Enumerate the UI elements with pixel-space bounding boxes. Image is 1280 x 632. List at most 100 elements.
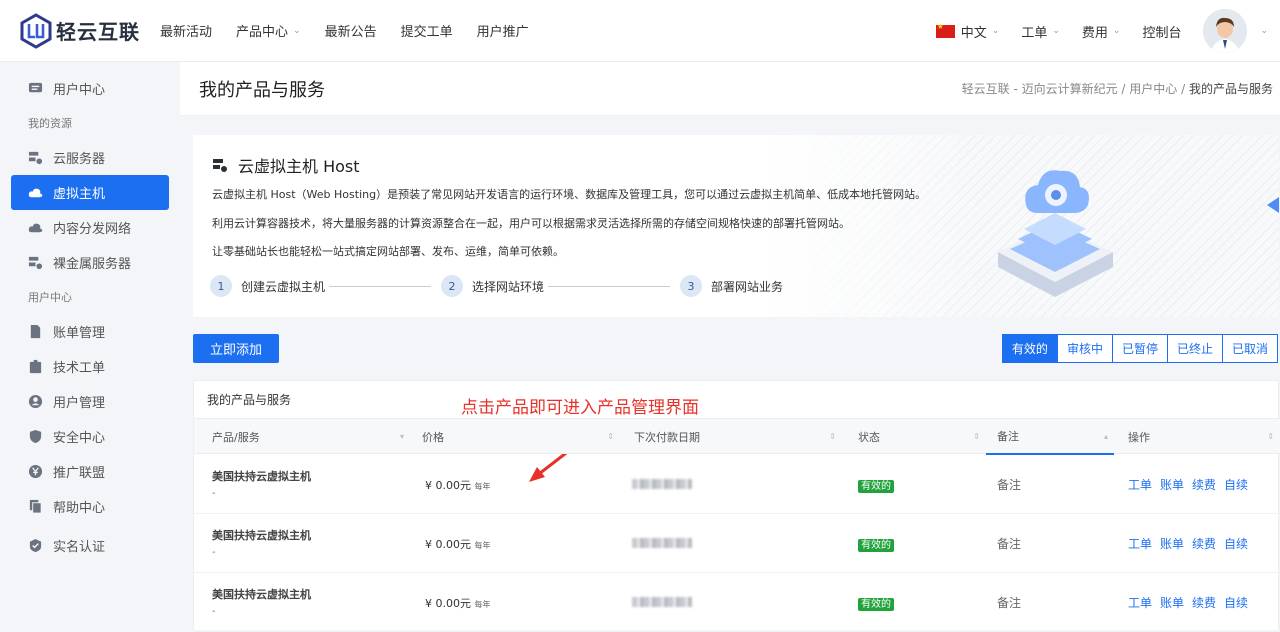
filter-active[interactable]: 有效的 (1001, 334, 1058, 363)
product-cell[interactable]: 美国扶持云虚拟主机 - (212, 586, 311, 617)
bill-link[interactable]: 账单 (1160, 478, 1184, 492)
product-subtext: - (212, 547, 216, 558)
table-row[interactable]: 美国扶持云虚拟主机 - ¥ 0.00元 每年 有效的 备注 工单 账单 续费 自续 (194, 573, 1280, 632)
memo-cell[interactable]: 备注 (997, 535, 1021, 552)
billing-cycle: 每年 (474, 600, 491, 609)
chevron-down-icon: ⌄ (1052, 26, 1060, 36)
add-product-button[interactable]: 立即添加 (193, 334, 279, 363)
price-cell: ¥ 0.00元 每年 (425, 595, 491, 611)
sidebar-item-label: 账单管理 (53, 326, 106, 341)
bill-link[interactable]: 账单 (1160, 596, 1184, 610)
product-name[interactable]: 美国扶持云虚拟主机 (212, 586, 311, 602)
nav-tickets-menu[interactable]: 工单 ⌄ (1021, 22, 1060, 41)
nav-billing-menu[interactable]: 费用 ⌄ (1082, 22, 1121, 41)
sidebar-item-label: 实名认证 (53, 540, 106, 555)
sidebar-item-label: 帮助中心 (53, 501, 106, 516)
table-row[interactable]: 美国扶持云虚拟主机 - ¥ 0.00元 每年 有效的 备注 工单 账单 续费 自续 (194, 455, 1280, 514)
sidebar-item-help[interactable]: 帮助中心 (11, 489, 169, 524)
sidebar-item-verification[interactable]: 实名认证 (11, 528, 169, 563)
status-badge: 有效的 (858, 598, 894, 611)
sidebar-item-label: 安全中心 (53, 431, 106, 446)
message-icon (28, 82, 43, 93)
breadcrumb-home[interactable]: 轻云互联 - 迈向云计算新纪元 (962, 82, 1118, 96)
product-subtext: - (212, 606, 216, 617)
step-label: 选择网站环境 (472, 279, 545, 294)
step-number: 3 (680, 275, 703, 297)
billing-cycle: 每年 (474, 482, 491, 491)
top-navbar: 轻云互联 最新活动 产品中心 ⌄ 最新公告 提交工单 用户推广 中文 ⌄ 工单 ⌄ 费… (0, 0, 1280, 62)
nav-latest-activity[interactable]: 最新活动 (160, 21, 212, 40)
step-label: 创建云虚拟主机 (241, 279, 326, 294)
table-title: 我的产品与服务 (207, 393, 292, 407)
filter-terminated[interactable]: 已终止 (1166, 334, 1223, 363)
renew-link[interactable]: 续费 (1192, 596, 1216, 610)
nav-billing-label: 费用 (1081, 25, 1108, 41)
sidebar-item-label: 云服务器 (53, 152, 106, 167)
breadcrumb-user-center[interactable]: 用户中心 (1129, 82, 1177, 96)
column-header-product[interactable]: 产品/服务 ▾ (212, 419, 410, 454)
ticket-link[interactable]: 工单 (1128, 596, 1152, 610)
shield-icon (29, 429, 42, 444)
sidebar-item-cloud-server[interactable]: 云服务器 (11, 140, 169, 175)
status-filter-group: 有效的 审核中 已暂停 已终止 已取消 (1001, 334, 1278, 363)
sidebar-item-bare-metal[interactable]: 裸金属服务器 (11, 245, 169, 280)
next-payment-date-redacted (632, 479, 692, 492)
step-connector (329, 285, 432, 287)
table-row[interactable]: 美国扶持云虚拟主机 - ¥ 0.00元 每年 有效的 备注 工单 账单 续费 自续 (194, 514, 1280, 573)
bill-link[interactable]: 账单 (1160, 537, 1184, 551)
sidebar-item-user-center[interactable]: 用户中心 (11, 71, 169, 106)
auto-renew-link[interactable]: 自续 (1224, 537, 1248, 551)
price-cell: ¥ 0.00元 每年 (425, 536, 491, 552)
nav-submit-ticket[interactable]: 提交工单 (401, 21, 453, 40)
chevron-down-icon[interactable]: ⌄ (1260, 26, 1268, 36)
next-payment-date-redacted (632, 597, 692, 610)
auto-renew-link[interactable]: 自续 (1224, 596, 1248, 610)
column-header-status[interactable]: 状态 ⇕ (858, 419, 986, 454)
sidebar-item-affiliate[interactable]: 推广联盟 (11, 454, 169, 489)
auto-renew-link[interactable]: 自续 (1224, 478, 1248, 492)
nav-console[interactable]: 控制台 (1142, 22, 1181, 41)
sidebar-item-tickets[interactable]: 技术工单 (11, 349, 169, 384)
sidebar-item-security[interactable]: 安全中心 (11, 419, 169, 454)
sidebar-item-label: 推广联盟 (53, 466, 106, 481)
step-connector (548, 285, 671, 287)
products-table-card: 我的产品与服务 点击产品即可进入产品管理界面 产品/服务 ▾ 价格 ⇕ 下次付款日期… (193, 380, 1280, 632)
user-avatar[interactable] (1203, 9, 1248, 53)
sidebar-item-label: 虚拟主机 (53, 187, 106, 202)
filter-cancelled[interactable]: 已取消 (1221, 334, 1278, 363)
memo-cell[interactable]: 备注 (997, 594, 1021, 611)
language-select[interactable]: 中文 ⌄ (935, 22, 999, 41)
column-header-next-payment[interactable]: 下次付款日期 ⇕ (634, 419, 842, 454)
sidebar-item-virtual-host[interactable]: 虚拟主机 (11, 175, 169, 210)
product-name[interactable]: 美国扶持云虚拟主机 (212, 527, 311, 543)
product-cell[interactable]: 美国扶持云虚拟主机 - (212, 527, 311, 558)
product-cell[interactable]: 美国扶持云虚拟主机 - (212, 468, 311, 499)
sidebar-item-cdn[interactable]: 内容分发网络 (11, 210, 169, 245)
column-header-price[interactable]: 价格 ⇕ (422, 419, 620, 454)
ticket-link[interactable]: 工单 (1128, 537, 1152, 551)
nav-product-center[interactable]: 产品中心 ⌄ (236, 21, 301, 40)
memo-cell[interactable]: 备注 (997, 476, 1021, 493)
column-header-memo[interactable]: 备注 ▴ (986, 419, 1114, 455)
product-name[interactable]: 美国扶持云虚拟主机 (212, 468, 311, 484)
ticket-link[interactable]: 工单 (1128, 478, 1152, 492)
language-label: 中文 (960, 25, 987, 41)
nav-user-referral[interactable]: 用户推广 (477, 21, 529, 40)
redacted-date (632, 538, 692, 548)
banner-description-1: 云虚拟主机 Host（Web Hosting）是预装了常见网站开发语言的运行环境… (212, 188, 927, 201)
sidebar-item-label: 裸金属服务器 (53, 257, 132, 272)
renew-link[interactable]: 续费 (1192, 537, 1216, 551)
filter-pending-review[interactable]: 审核中 (1056, 334, 1113, 363)
actions-cell: 工单 账单 续费 自续 (1128, 535, 1256, 552)
server-icon (213, 159, 227, 172)
verified-badge-icon (29, 538, 42, 553)
brand-logo[interactable]: 轻云互联 (18, 12, 160, 49)
nav-tickets-label: 工单 (1021, 25, 1048, 41)
status-badge: 有效的 (858, 480, 894, 493)
nav-announcements[interactable]: 最新公告 (325, 21, 377, 40)
filter-suspended[interactable]: 已暂停 (1111, 334, 1168, 363)
breadcrumb-separator: / (1181, 82, 1189, 96)
renew-link[interactable]: 续费 (1192, 478, 1216, 492)
sidebar-item-billing[interactable]: 账单管理 (11, 314, 169, 349)
sidebar-item-user-management[interactable]: 用户管理 (11, 384, 169, 419)
